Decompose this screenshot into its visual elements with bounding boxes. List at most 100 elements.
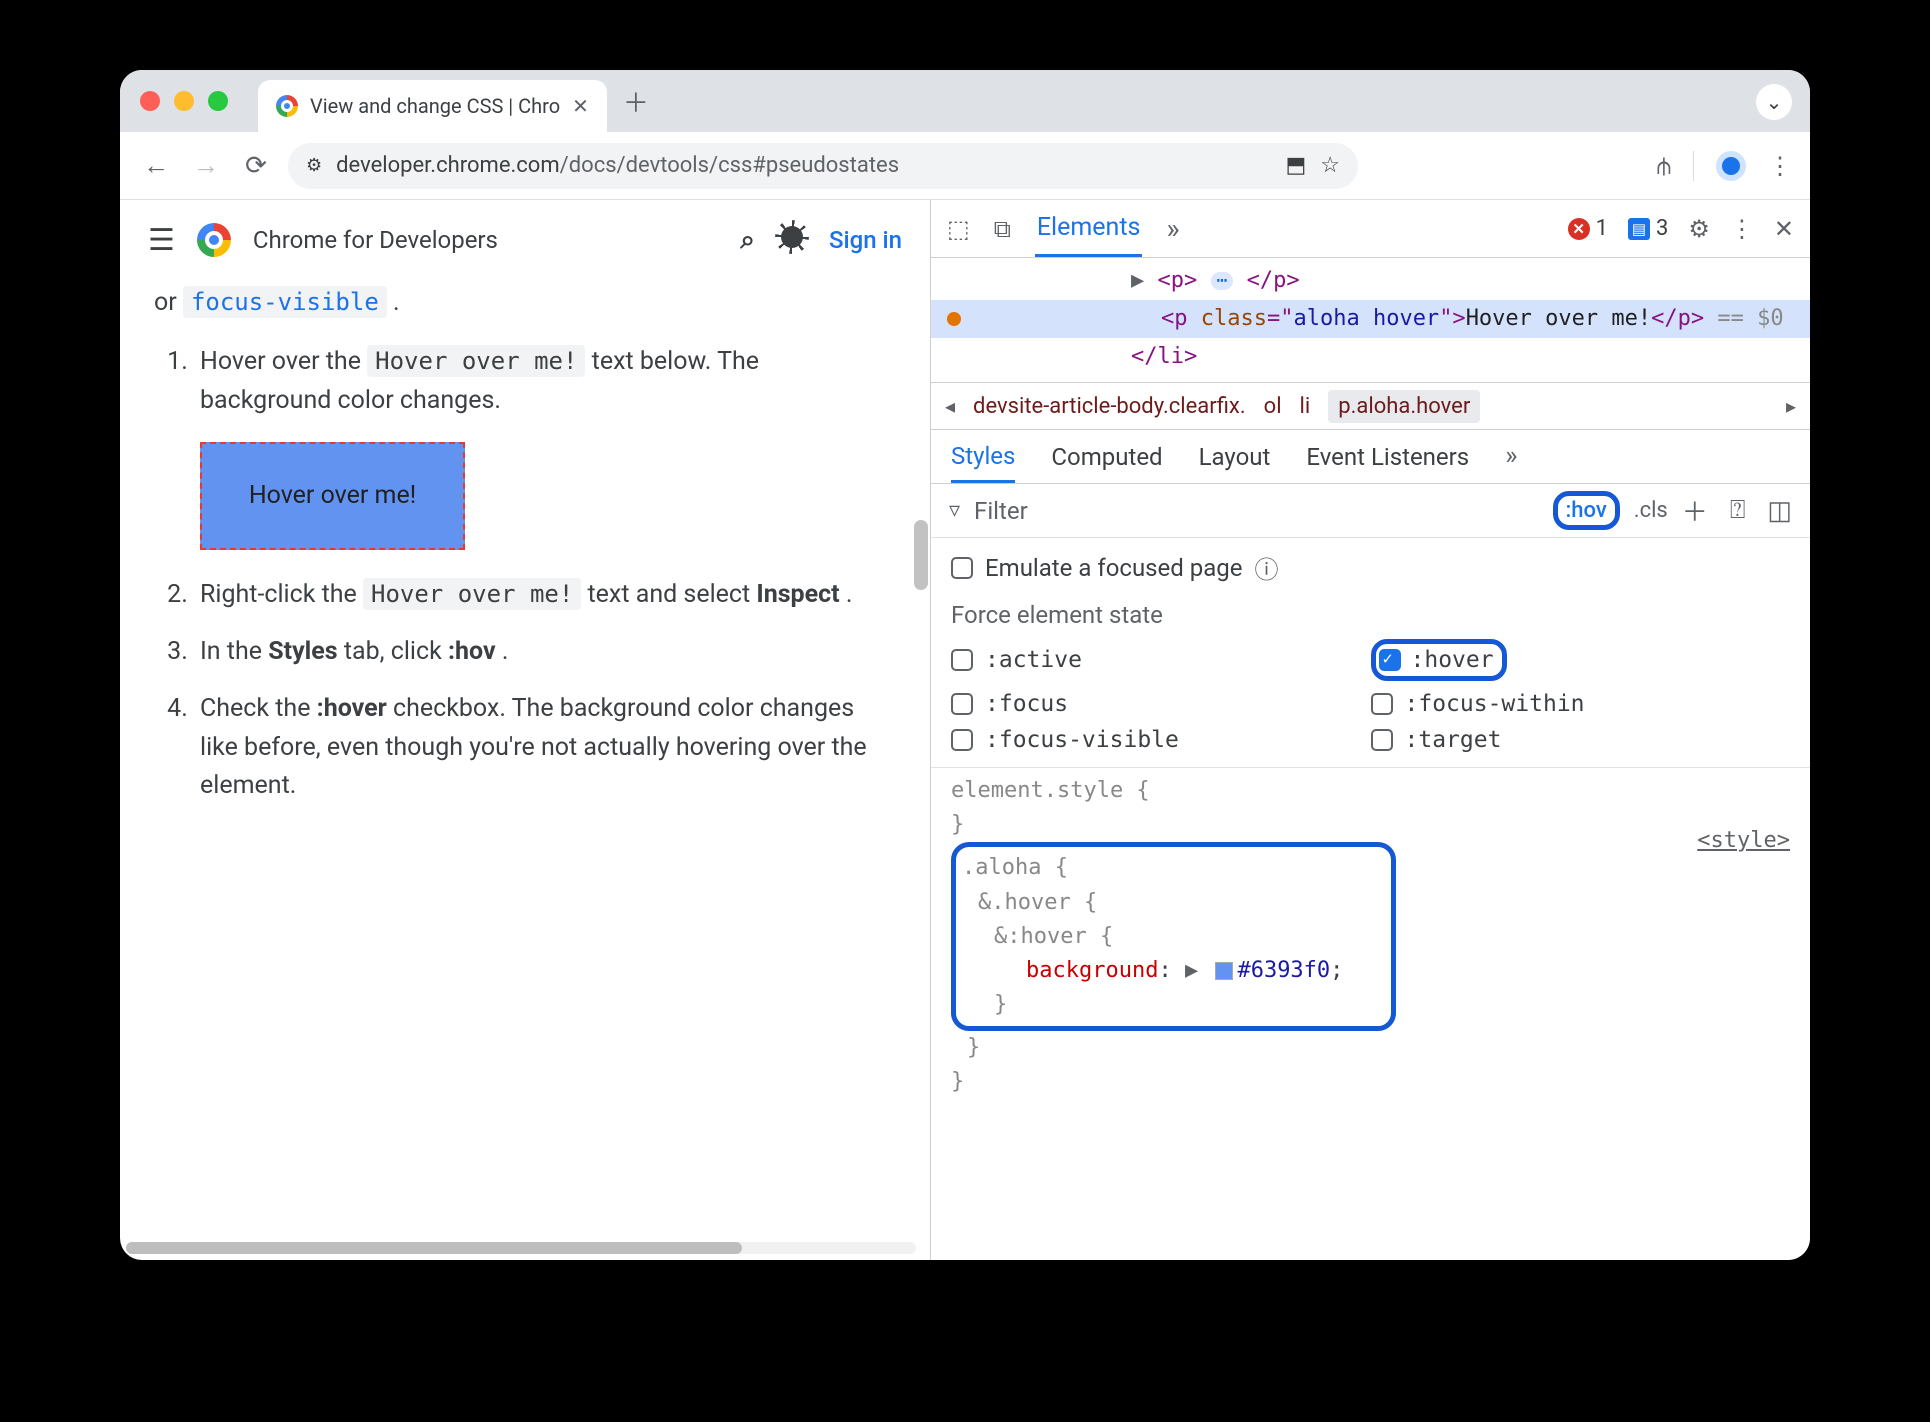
- dom-ellipsis-icon[interactable]: ⋯: [1211, 272, 1234, 290]
- state-focus-within[interactable]: :focus-within: [1371, 691, 1791, 717]
- close-devtools-icon[interactable]: ✕: [1774, 215, 1794, 243]
- emulate-focused-label: Emulate a focused page: [985, 554, 1243, 582]
- dom-line-selected[interactable]: <p class="aloha hover">Hover over me!</p…: [931, 300, 1810, 338]
- page-horizontal-scrollbar-thumb[interactable]: [126, 1242, 742, 1254]
- browser-menu-icon[interactable]: ⋮: [1768, 152, 1792, 180]
- forward-button[interactable]: →: [188, 150, 224, 181]
- tab-styles[interactable]: Styles: [951, 442, 1015, 483]
- reload-button[interactable]: ⟳: [238, 151, 274, 181]
- more-subtabs-icon[interactable]: »: [1505, 441, 1517, 483]
- tab-event-listeners[interactable]: Event Listeners: [1306, 443, 1469, 483]
- url-text: developer.chrome.com/docs/devtools/css#p…: [336, 153, 1271, 178]
- hov-toggle-button[interactable]: :hov: [1553, 491, 1620, 530]
- code-focus-visible: focus-visible: [183, 286, 387, 318]
- state-target[interactable]: :target: [1371, 727, 1791, 753]
- emulate-focused-row: Emulate a focused page ⓘ: [931, 538, 1810, 597]
- page-horizontal-scrollbar-track[interactable]: [126, 1242, 916, 1254]
- search-icon[interactable]: ⌕: [740, 225, 755, 256]
- site-header: ☰ Chrome for Developers ⌕ Sign in: [120, 200, 930, 280]
- emulate-focused-checkbox[interactable]: [951, 557, 973, 579]
- breadcrumb-left-icon[interactable]: ◂: [945, 394, 955, 418]
- settings-icon[interactable]: ⚙: [1688, 215, 1710, 243]
- dom-line-li-close[interactable]: </li>: [931, 338, 1810, 376]
- bookmark-icon[interactable]: ☆: [1320, 153, 1340, 178]
- instruction-list: Hover over the Hover over me! text below…: [154, 343, 896, 806]
- color-swatch-icon[interactable]: [1215, 962, 1233, 980]
- dom-tree[interactable]: ▶ <p> ⋯ </p> <p class="aloha hover">Hove…: [931, 258, 1810, 382]
- rule-element-style[interactable]: element.style {: [951, 778, 1150, 803]
- tab-search-button[interactable]: ⌄: [1756, 84, 1792, 120]
- address-bar[interactable]: ⚙ developer.chrome.com/docs/devtools/css…: [288, 143, 1358, 189]
- error-count[interactable]: ✕ 1: [1568, 216, 1608, 241]
- state-hover[interactable]: :hover: [1371, 639, 1791, 681]
- back-button[interactable]: ←: [138, 150, 174, 181]
- css-rules[interactable]: element.style { } <style> .aloha { &.hov…: [931, 767, 1810, 1119]
- inspect-element-icon[interactable]: ⬚: [947, 215, 970, 243]
- tab-computed[interactable]: Computed: [1051, 443, 1162, 483]
- menu-icon[interactable]: ☰: [148, 223, 175, 258]
- breadcrumb-item[interactable]: li: [1300, 394, 1311, 419]
- page-vertical-scrollbar[interactable]: [914, 520, 928, 590]
- minimize-window-button[interactable]: [174, 91, 194, 111]
- close-tab-icon[interactable]: ✕: [572, 94, 589, 118]
- rule-source-link[interactable]: <style>: [1697, 824, 1790, 858]
- dom-line-p-collapsed[interactable]: ▶ <p> ⋯ </p>: [931, 262, 1810, 300]
- elements-tab[interactable]: Elements: [1035, 201, 1143, 257]
- devtools-panel: ⬚ ⧉ Elements » ✕ 1 ▤ 3 ⚙ ⋮ ✕: [930, 200, 1810, 1260]
- filter-input[interactable]: Filter: [974, 497, 1028, 525]
- tab-layout[interactable]: Layout: [1199, 443, 1271, 483]
- dom-breadcrumb[interactable]: ◂ devsite-article-body.clearfix. ol li p…: [931, 382, 1810, 430]
- toolbar-divider: [1693, 151, 1694, 181]
- message-icon: ▤: [1628, 218, 1650, 240]
- browser-window: View and change CSS | Chro ✕ ＋ ⌄ ← → ⟳ ⚙…: [120, 70, 1810, 1260]
- tab-favicon: [276, 95, 298, 117]
- rule-declaration-background[interactable]: background: ▶ #6393f0;: [962, 954, 1343, 988]
- cls-toggle-button[interactable]: .cls: [1634, 498, 1668, 523]
- state-active[interactable]: :active: [951, 639, 1371, 681]
- device-toolbar-icon[interactable]: ⧉: [994, 215, 1011, 243]
- computed-sidebar-icon[interactable]: ◫: [1767, 496, 1792, 526]
- state-focus-visible[interactable]: :focus-visible: [951, 727, 1371, 753]
- devtools-menu-icon[interactable]: ⋮: [1730, 215, 1754, 243]
- profile-avatar[interactable]: [1716, 151, 1746, 181]
- site-brand: Chrome for Developers: [253, 226, 498, 254]
- target-checkbox[interactable]: [1371, 729, 1393, 751]
- breadcrumb-item[interactable]: ol: [1264, 394, 1282, 419]
- error-icon: ✕: [1568, 218, 1590, 240]
- focus-within-checkbox[interactable]: [1371, 693, 1393, 715]
- expand-shorthand-icon[interactable]: ▶: [1185, 958, 1198, 983]
- hover-demo-text: Hover over me!: [249, 477, 416, 516]
- close-window-button[interactable]: [140, 91, 160, 111]
- focus-visible-checkbox[interactable]: [951, 729, 973, 751]
- theme-toggle-icon[interactable]: [781, 225, 803, 255]
- more-tabs-icon[interactable]: »: [1166, 212, 1179, 245]
- browser-tab[interactable]: View and change CSS | Chro ✕: [258, 80, 607, 132]
- rule-selector-nest-pseudo[interactable]: &:hover {: [994, 924, 1113, 949]
- state-focus[interactable]: :focus: [951, 691, 1371, 717]
- rule-selector-nest-hover[interactable]: &.hover {: [978, 890, 1097, 915]
- hover-checkbox[interactable]: [1379, 649, 1401, 671]
- active-checkbox[interactable]: [951, 649, 973, 671]
- window-controls: [140, 91, 228, 111]
- focus-checkbox[interactable]: [951, 693, 973, 715]
- install-app-icon[interactable]: ⬒: [1285, 153, 1306, 178]
- breadcrumb-item-selected[interactable]: p.aloha.hover: [1328, 390, 1480, 423]
- extensions-icon[interactable]: ⫛: [1657, 152, 1671, 180]
- new-tab-button[interactable]: ＋: [623, 83, 649, 120]
- hover-demo-box[interactable]: Hover over me!: [200, 442, 465, 550]
- rule-selector-aloha[interactable]: .aloha {: [962, 855, 1068, 880]
- breadcrumb-right-icon[interactable]: ▸: [1786, 394, 1796, 418]
- breadcrumb-item[interactable]: devsite-article-body.clearfix.: [973, 394, 1246, 419]
- intro-line: or focus-visible .: [154, 284, 896, 323]
- site-info-icon[interactable]: ⚙: [306, 155, 322, 176]
- maximize-window-button[interactable]: [208, 91, 228, 111]
- styles-filter-bar: ▿ Filter :hov .cls ＋ ⍰ ◫: [931, 484, 1810, 538]
- new-style-rule-icon[interactable]: ＋: [1682, 492, 1708, 529]
- print-media-icon[interactable]: ⍰: [1730, 495, 1746, 526]
- force-state-title: Force element state: [931, 597, 1810, 639]
- chrome-logo-icon: [197, 223, 231, 257]
- help-icon[interactable]: ⓘ: [1255, 550, 1279, 585]
- message-count[interactable]: ▤ 3: [1628, 216, 1668, 241]
- sign-in-link[interactable]: Sign in: [829, 226, 902, 254]
- styles-subtabs: Styles Computed Layout Event Listeners »: [931, 430, 1810, 484]
